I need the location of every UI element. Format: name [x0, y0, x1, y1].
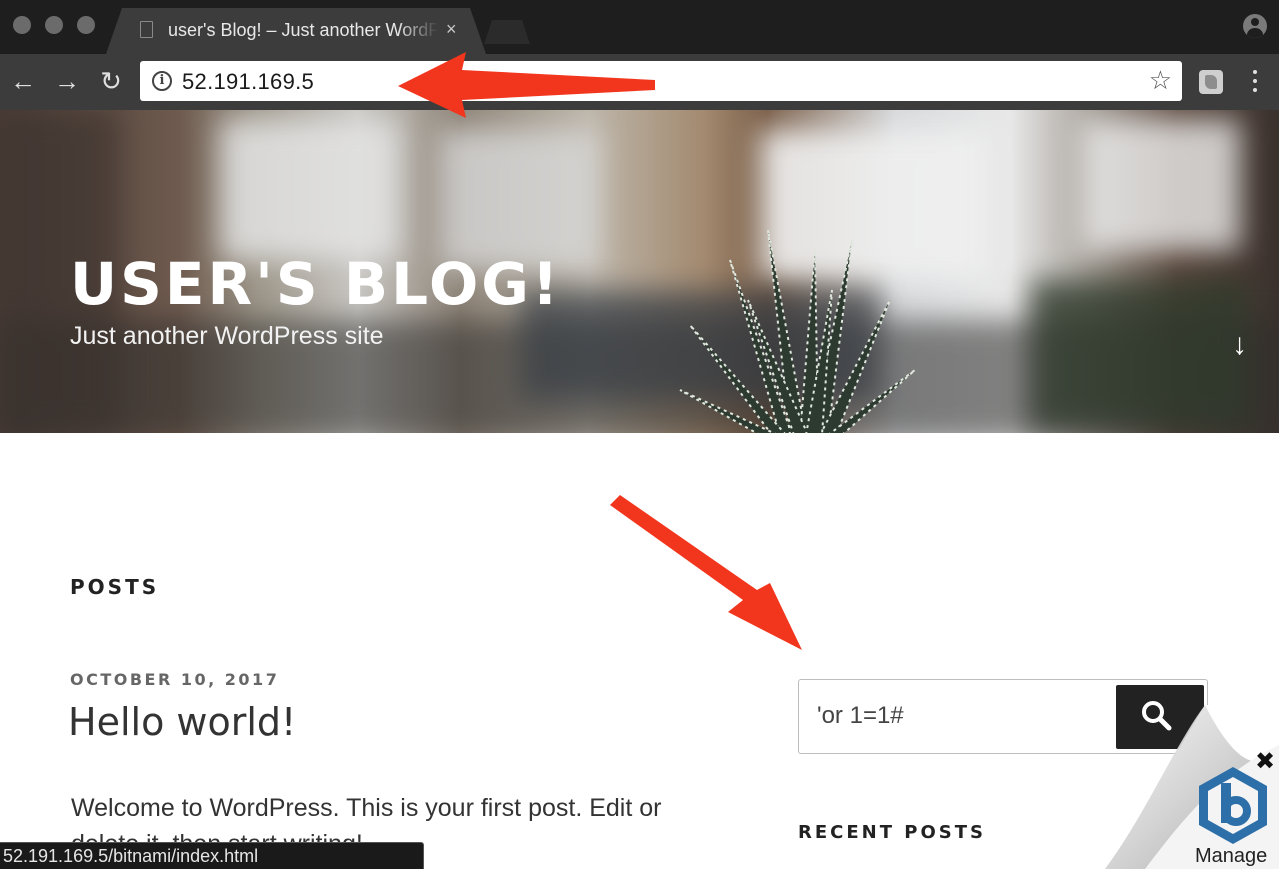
tab-close-icon[interactable]: × [446, 19, 457, 40]
page-document-icon [140, 21, 153, 38]
site-header-image: USER'S BLOG! Just another WordPress site… [0, 110, 1279, 433]
scroll-down-arrow-icon[interactable]: ↓ [1232, 328, 1247, 362]
address-text[interactable]: 52.191.169.5 [182, 69, 314, 95]
site-title[interactable]: USER'S BLOG! [70, 252, 561, 316]
browser-menu-icon[interactable] [1248, 70, 1262, 94]
profile-icon[interactable] [1243, 14, 1267, 38]
manage-label[interactable]: Manage [1195, 845, 1267, 868]
back-arrow-icon[interactable]: ← [8, 64, 38, 98]
site-tagline: Just another WordPress site [70, 322, 384, 350]
window-zoom-dot[interactable] [77, 16, 95, 34]
annotation-arrow-search [610, 495, 802, 650]
post-date[interactable]: OCTOBER 10, 2017 [70, 670, 279, 689]
browser-toolbar: ← → ↻ i 52.191.169.5 ☆ [0, 54, 1279, 110]
forward-arrow-icon[interactable]: → [52, 64, 82, 98]
address-bar[interactable]: i 52.191.169.5 ☆ [140, 61, 1182, 101]
new-tab-button[interactable] [484, 20, 530, 44]
tab-title: user's Blog! – Just another WordPress si… [168, 20, 438, 40]
browser-tab-bar: user's Blog! – Just another WordPress si… [0, 0, 1279, 54]
bookmark-star-icon[interactable]: ☆ [1149, 65, 1172, 96]
search-input[interactable] [817, 700, 1107, 732]
succulent-plant [679, 230, 916, 433]
window-close-dot[interactable] [13, 16, 31, 34]
recent-posts-heading: RECENT POSTS [798, 822, 986, 843]
extension-icon[interactable] [1199, 70, 1223, 94]
reload-icon[interactable]: ↻ [96, 64, 126, 98]
post-title[interactable]: Hello world! [68, 700, 296, 744]
site-branding: USER'S BLOG! Just another WordPress site [70, 252, 561, 351]
browser-tab[interactable]: user's Blog! – Just another WordPress si… [106, 8, 486, 54]
posts-heading: POSTS [70, 575, 160, 599]
status-bar-url: 52.191.169.5/bitnami/index.html [0, 842, 424, 869]
widget-close-icon: ✖ [1255, 747, 1275, 775]
window-minimize-dot[interactable] [45, 16, 63, 34]
info-icon[interactable]: i [152, 71, 172, 91]
